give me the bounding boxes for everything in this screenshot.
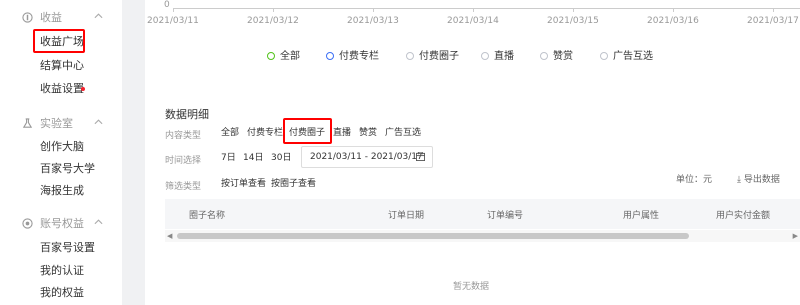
column-header: 用户实付金额 xyxy=(716,211,771,221)
main-panel: 0 2021/03/11 2021/03/12 2021/03/13 2021/03/… xyxy=(145,0,800,305)
legend-marker-icon xyxy=(481,52,489,60)
legend-label: 全部 xyxy=(280,51,300,62)
time-select-label: 时间选择 xyxy=(165,156,202,166)
flask-icon xyxy=(22,118,33,128)
content-type-label: 内容类型 xyxy=(165,131,202,141)
sidebar-item-income-settings[interactable]: 收益设置 xyxy=(40,82,84,96)
x-tick-label: 2021/03/17 xyxy=(747,16,799,26)
legend-label: 赞赏 xyxy=(553,51,573,62)
content-type-paid-circle[interactable]: 付费圈子 xyxy=(289,128,325,139)
chevron-up-icon[interactable] xyxy=(94,119,103,125)
legend-label: 广告互选 xyxy=(613,51,653,62)
sidebar-item-poster[interactable]: 海报生成 xyxy=(40,184,84,198)
unit-label: 单位：元 xyxy=(676,175,713,185)
horizontal-scrollbar[interactable]: ◀ ▶ xyxy=(165,230,800,242)
table-header: 圈子名称 订单日期 订单编号 用户属性 用户实付金额 xyxy=(165,199,800,229)
x-tick-label: 2021/03/12 xyxy=(247,16,299,26)
column-header: 订单日期 xyxy=(388,211,425,221)
scroll-right-icon[interactable]: ▶ xyxy=(793,232,798,240)
scrollbar-thumb[interactable] xyxy=(177,233,689,239)
content-type-live[interactable]: 直播 xyxy=(333,128,351,139)
sidebar-section-income[interactable]: 收益 xyxy=(0,8,122,28)
sidebar-item-income-square[interactable]: 收益广场 xyxy=(40,35,84,49)
sidebar-section-title: 收益 xyxy=(40,11,62,24)
sidebar-section-account[interactable]: 账号权益 xyxy=(0,214,122,234)
legend-label: 付费圈子 xyxy=(419,51,459,62)
section-title: 数据明细 xyxy=(165,108,209,121)
legend-item[interactable]: 全部 xyxy=(267,47,300,62)
download-icon: ⤓ xyxy=(737,175,741,185)
x-tick xyxy=(673,8,674,12)
sidebar-item-settlement[interactable]: 结算中心 xyxy=(40,59,84,73)
badge-icon xyxy=(22,218,33,229)
time-option-14d[interactable]: 14日 xyxy=(243,153,263,164)
column-header: 订单编号 xyxy=(487,211,524,221)
legend-marker-icon xyxy=(326,52,334,60)
x-tick-label: 2021/03/15 xyxy=(547,16,599,26)
x-tick xyxy=(473,8,474,12)
content-type-paid-column[interactable]: 付费专栏 xyxy=(247,128,283,139)
sidebar-item-creative-brain[interactable]: 创作大脑 xyxy=(40,140,84,154)
export-button[interactable]: ⤓ 导出数据 xyxy=(737,172,780,185)
filter-type-label: 筛选类型 xyxy=(165,182,202,192)
column-header: 用户属性 xyxy=(623,211,660,221)
legend-item[interactable]: 付费圈子 xyxy=(406,47,459,62)
coin-icon xyxy=(22,12,33,23)
sidebar-section-title: 账号权益 xyxy=(40,217,84,230)
sidebar-section-title: 实验室 xyxy=(40,117,73,130)
y-tick-label: 0 xyxy=(164,0,170,10)
legend-marker-icon xyxy=(267,52,275,60)
column-header: 圈子名称 xyxy=(189,211,226,221)
time-option-30d[interactable]: 30日 xyxy=(271,153,291,164)
content-type-all[interactable]: 全部 xyxy=(221,128,239,139)
content-type-ad-select[interactable]: 广告互选 xyxy=(385,128,421,139)
x-tick-label: 2021/03/13 xyxy=(347,16,399,26)
date-range-value: 2021/03/11 - 2021/03/17 xyxy=(310,152,423,162)
export-label: 导出数据 xyxy=(743,175,780,185)
legend-marker-icon xyxy=(540,52,548,60)
sidebar: 收益 收益广场 结算中心 收益设置 实验室 创作大脑 百家号大学 海报生成 账号… xyxy=(0,0,122,305)
time-option-7d[interactable]: 7日 xyxy=(221,153,236,164)
x-tick-label: 2021/03/16 xyxy=(647,16,699,26)
sidebar-item-baijiahao-university[interactable]: 百家号大学 xyxy=(40,162,95,176)
x-axis-line xyxy=(173,8,800,9)
empty-state-text: 暂无数据 xyxy=(453,282,490,292)
legend-marker-icon xyxy=(406,52,414,60)
date-range-picker[interactable]: 2021/03/11 - 2021/03/17 xyxy=(301,146,433,168)
filter-by-circle[interactable]: 按圈子查看 xyxy=(271,179,316,190)
calendar-icon xyxy=(416,152,425,161)
legend-item[interactable]: 直播 xyxy=(481,47,514,62)
legend-item[interactable]: 赞赏 xyxy=(540,47,573,62)
scroll-left-icon[interactable]: ◀ xyxy=(167,232,172,240)
sidebar-section-lab[interactable]: 实验室 xyxy=(0,114,122,134)
x-tick xyxy=(273,8,274,12)
sidebar-item-my-rights[interactable]: 我的权益 xyxy=(40,286,84,300)
sidebar-item-baijiahao-settings[interactable]: 百家号设置 xyxy=(40,241,95,255)
x-tick-label: 2021/03/14 xyxy=(447,16,499,26)
legend-item[interactable]: 付费专栏 xyxy=(326,47,379,62)
chevron-up-icon[interactable] xyxy=(94,13,103,19)
x-tick xyxy=(173,8,174,12)
x-tick xyxy=(373,8,374,12)
filter-by-order[interactable]: 按订单查看 xyxy=(221,179,266,190)
sidebar-item-my-certification[interactable]: 我的认证 xyxy=(40,264,84,278)
chevron-up-icon[interactable] xyxy=(94,219,103,225)
legend-label: 付费专栏 xyxy=(339,51,379,62)
legend-marker-icon xyxy=(600,52,608,60)
x-tick-label: 2021/03/11 xyxy=(147,16,199,26)
content-type-reward[interactable]: 赞赏 xyxy=(359,128,377,139)
notification-dot xyxy=(81,87,85,91)
legend-label: 直播 xyxy=(494,51,514,62)
legend-item[interactable]: 广告互选 xyxy=(600,47,653,62)
x-tick xyxy=(573,8,574,12)
x-tick xyxy=(773,8,774,12)
